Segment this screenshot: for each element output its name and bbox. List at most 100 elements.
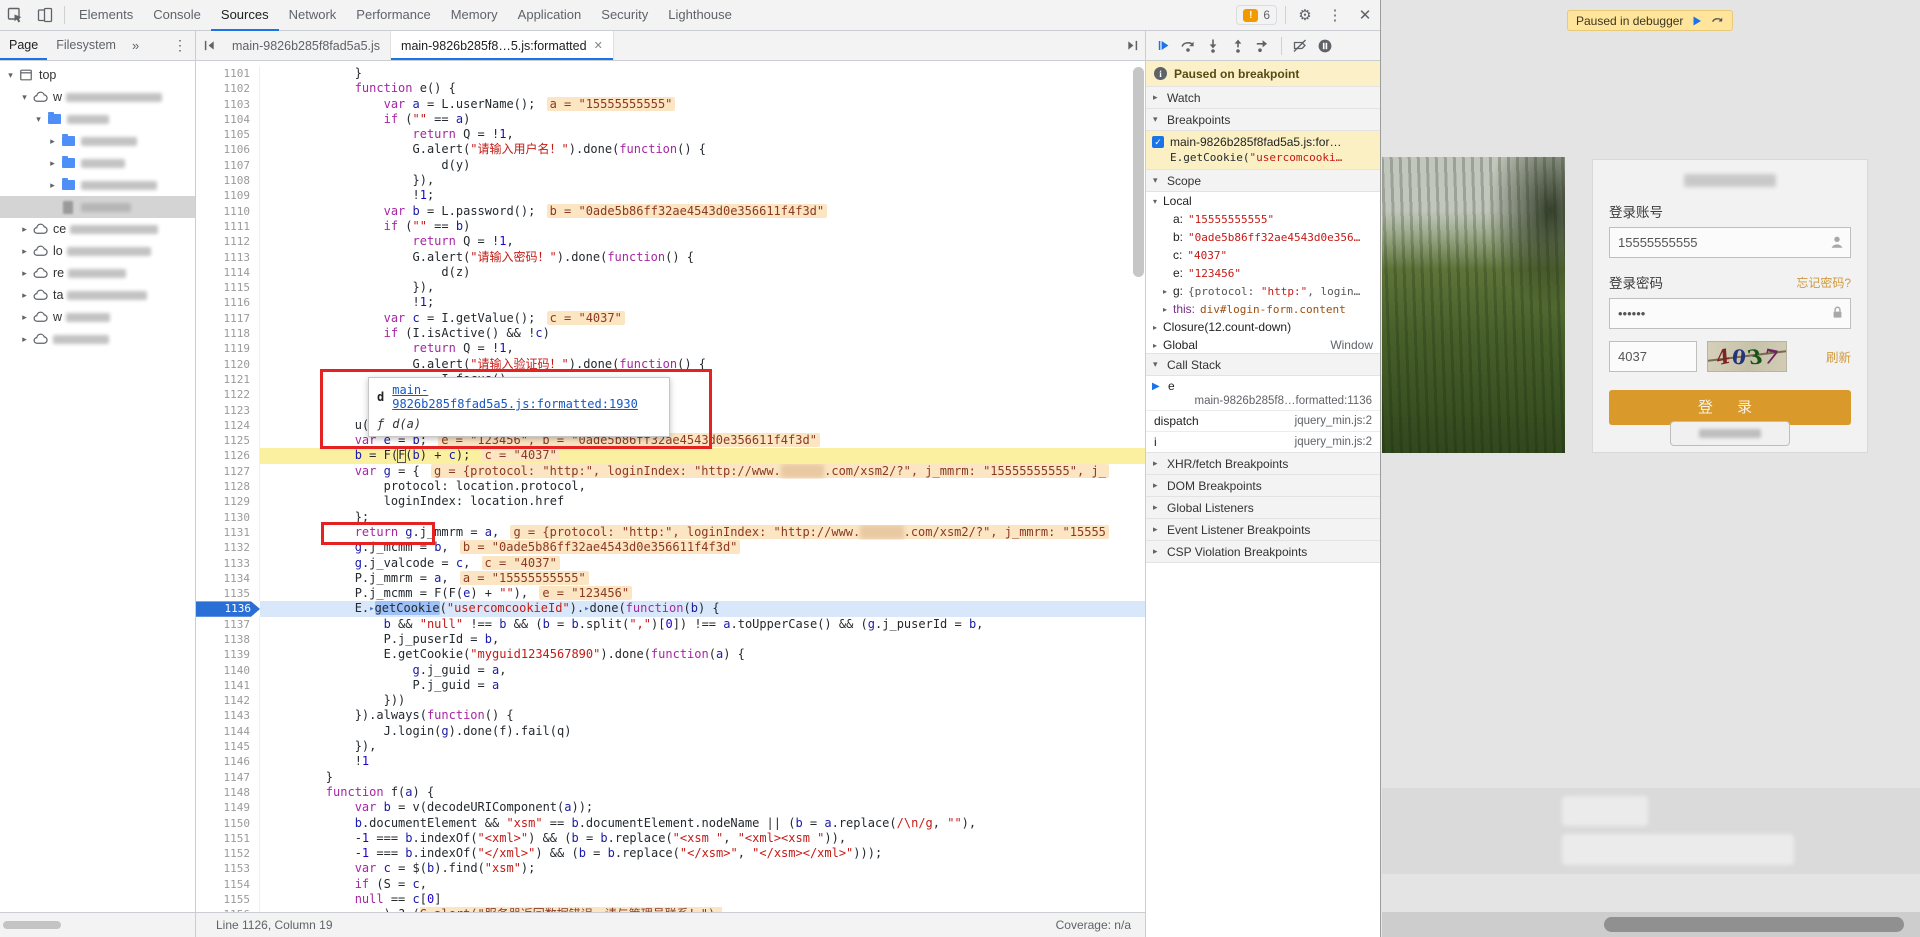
triangle-icon[interactable]: ▸ (1153, 341, 1163, 350)
triangle-icon[interactable]: ▸ (1163, 305, 1173, 314)
code-line-1149[interactable]: 1149 var b = v(decodeURIComponent(a)); (196, 800, 1145, 816)
line-number[interactable]: 1113 (196, 249, 260, 265)
expander-icon[interactable]: ▸ (18, 268, 31, 279)
section-call-stack[interactable]: ▾ Call Stack (1146, 353, 1380, 376)
expander-icon[interactable]: ▸ (18, 334, 31, 345)
tab-application[interactable]: Application (508, 0, 592, 31)
line-number[interactable]: 1119 (196, 341, 260, 357)
code-line-1117[interactable]: 1117 var c = I.getValue(); c = "4037" (196, 310, 1145, 327)
tab-lighthouse[interactable]: Lighthouse (658, 0, 742, 31)
line-number[interactable]: 1136 (196, 601, 260, 617)
line-number[interactable]: 1144 (196, 723, 260, 740)
code-line-1119[interactable]: 1119 return Q = !1, (196, 341, 1145, 357)
line-number[interactable]: 1138 (196, 631, 260, 648)
tab-network[interactable]: Network (279, 0, 347, 31)
code-line-1121[interactable]: 1121 I.focus() (196, 371, 1145, 388)
tree-item[interactable]: ▸ (0, 152, 195, 174)
line-number[interactable]: 1140 (196, 662, 260, 678)
code-line-1113[interactable]: 1113 G.alert("请输入密码！").done(function() { (196, 249, 1145, 265)
expander-icon[interactable]: ▸ (18, 290, 31, 301)
line-number[interactable]: 1120 (196, 356, 260, 372)
scope-row-Local[interactable]: ▾ Local (1146, 192, 1380, 210)
refresh-captcha-link[interactable]: 刷新 (1826, 347, 1851, 366)
line-number[interactable]: 1139 (196, 647, 260, 663)
code-line-1118[interactable]: 1118 if (I.isActive() && !c) (196, 326, 1145, 342)
line-number[interactable]: 1149 (196, 800, 260, 816)
captcha-input[interactable] (1609, 341, 1697, 372)
line-number[interactable]: 1121 (196, 371, 260, 388)
code-line-1116[interactable]: 1116 !1; (196, 295, 1145, 311)
line-number[interactable]: 1141 (196, 677, 260, 694)
line-number[interactable]: 1143 (196, 708, 260, 724)
line-number[interactable]: 1150 (196, 815, 260, 831)
scope-row-a[interactable]: a: "15555555555" (1146, 210, 1380, 228)
section-breakpoints[interactable]: ▾ Breakpoints (1146, 108, 1380, 131)
callstack-frame-i[interactable]: i jquery_min.js:2 (1146, 432, 1380, 453)
line-number[interactable]: 1106 (196, 142, 260, 158)
step-into-icon[interactable] (1204, 37, 1222, 55)
issues-badge[interactable]: ! 6 (1236, 5, 1277, 25)
scope-row-g[interactable]: ▸ g: {protocol: "http:", login… (1146, 282, 1380, 300)
code-line-1123[interactable]: 1123 !1; (196, 402, 1145, 418)
scrollbar-thumb[interactable] (3, 921, 61, 929)
line-number[interactable]: 1129 (196, 494, 260, 510)
line-number[interactable]: 1147 (196, 769, 260, 785)
tree-item[interactable]: ▸ (0, 174, 195, 196)
breakpoint-checkbox[interactable]: ✓ (1152, 136, 1164, 148)
code-line-1114[interactable]: 1114 d(z) (196, 264, 1145, 281)
tab-security[interactable]: Security (591, 0, 658, 31)
navigator-hscrollbar[interactable] (0, 912, 195, 937)
line-number[interactable]: 1112 (196, 234, 260, 250)
tree-item-top[interactable]: ▾ top (0, 64, 195, 86)
step-over-icon[interactable] (1179, 37, 1197, 55)
login-submit-button[interactable]: 登 录 (1609, 390, 1851, 425)
code-line-1153[interactable]: 1153 var c = $(b).find("xsm"); (196, 861, 1145, 877)
line-number[interactable]: 1156 (196, 907, 260, 912)
tab-elements[interactable]: Elements (69, 0, 143, 31)
badge-resume-icon[interactable] (1691, 15, 1703, 27)
expander-icon[interactable]: ▾ (32, 114, 45, 125)
code-line-1105[interactable]: 1105 return Q = !1, (196, 127, 1145, 143)
tree-item-lo[interactable]: ▸ lo (0, 240, 195, 262)
code-line-1139[interactable]: 1139 E.getCookie("myguid1234567890").don… (196, 647, 1145, 663)
file-tab-main-js-formatted[interactable]: main-9826b285f8…5.js:formatted ✕ (391, 31, 614, 60)
more-tabs-chevron[interactable]: » (127, 31, 144, 60)
line-number[interactable]: 1105 (196, 127, 260, 143)
tree-item[interactable]: ▸ (0, 130, 195, 152)
triangle-icon[interactable]: ▸ (1153, 323, 1163, 332)
expander-icon[interactable]: ▸ (18, 312, 31, 323)
triangle-icon[interactable]: ▸ (1163, 287, 1173, 296)
line-number[interactable]: 1103 (196, 96, 260, 112)
tooltip-source-link[interactable]: main-9826b285f8fad5a5.js:formatted:1930 (392, 383, 661, 411)
close-tab-icon[interactable]: ✕ (594, 39, 603, 52)
line-number[interactable]: 1135 (196, 586, 260, 602)
line-number[interactable]: 1130 (196, 509, 260, 525)
navigator-kebab-icon[interactable]: ⋮ (165, 31, 195, 60)
line-number[interactable]: 1125 (196, 433, 260, 449)
code-line-1107[interactable]: 1107 d(y) (196, 157, 1145, 174)
section-watch[interactable]: ▸ Watch (1146, 86, 1380, 109)
code-line-1140[interactable]: 1140 g.j_guid = a, (196, 662, 1145, 678)
line-number[interactable]: 1108 (196, 173, 260, 189)
tree-item-re[interactable]: ▸ re (0, 262, 195, 284)
code-line-1126[interactable]: 1126 b = F(F(b) + c); c = "4037" (196, 448, 1145, 464)
code-line-1135[interactable]: 1135 P.j_mcmm = F(F(e) + ""), e = "12345… (196, 586, 1145, 602)
section-xhr-fetch-breakpoints[interactable]: ▸ XHR/fetch Breakpoints (1146, 452, 1380, 475)
tree-item-ce[interactable]: ▸ ce (0, 218, 195, 240)
line-number[interactable]: 1118 (196, 326, 260, 342)
tab-sources[interactable]: Sources (210, 0, 279, 31)
code-line-1150[interactable]: 1150 b.documentElement && "xsm" == b.doc… (196, 815, 1145, 831)
page-hscrollbar[interactable] (1382, 912, 1920, 937)
scope-row-Closure[interactable]: ▸ Closure (12.count-down) (1146, 318, 1380, 336)
code-line-1134[interactable]: 1134 P.j_mmrm = a, a = "15555555555" (196, 570, 1145, 587)
tab-filesystem[interactable]: Filesystem (47, 31, 125, 60)
line-number[interactable]: 1126 (196, 448, 260, 464)
line-number[interactable]: 1128 (196, 479, 260, 495)
code-line-1151[interactable]: 1151 -1 === b.indexOf("<xml>") && (b = b… (196, 830, 1145, 847)
line-number[interactable]: 1148 (196, 784, 260, 801)
section-event-listener-breakpoints[interactable]: ▸ Event Listener Breakpoints (1146, 518, 1380, 541)
step-icon[interactable] (1254, 37, 1272, 55)
line-number[interactable]: 1102 (196, 81, 260, 97)
code-line-1103[interactable]: 1103 var a = L.userName(); a = "15555555… (196, 96, 1145, 112)
code-line-1152[interactable]: 1152 -1 === b.indexOf("</xml>") && (b = … (196, 846, 1145, 862)
